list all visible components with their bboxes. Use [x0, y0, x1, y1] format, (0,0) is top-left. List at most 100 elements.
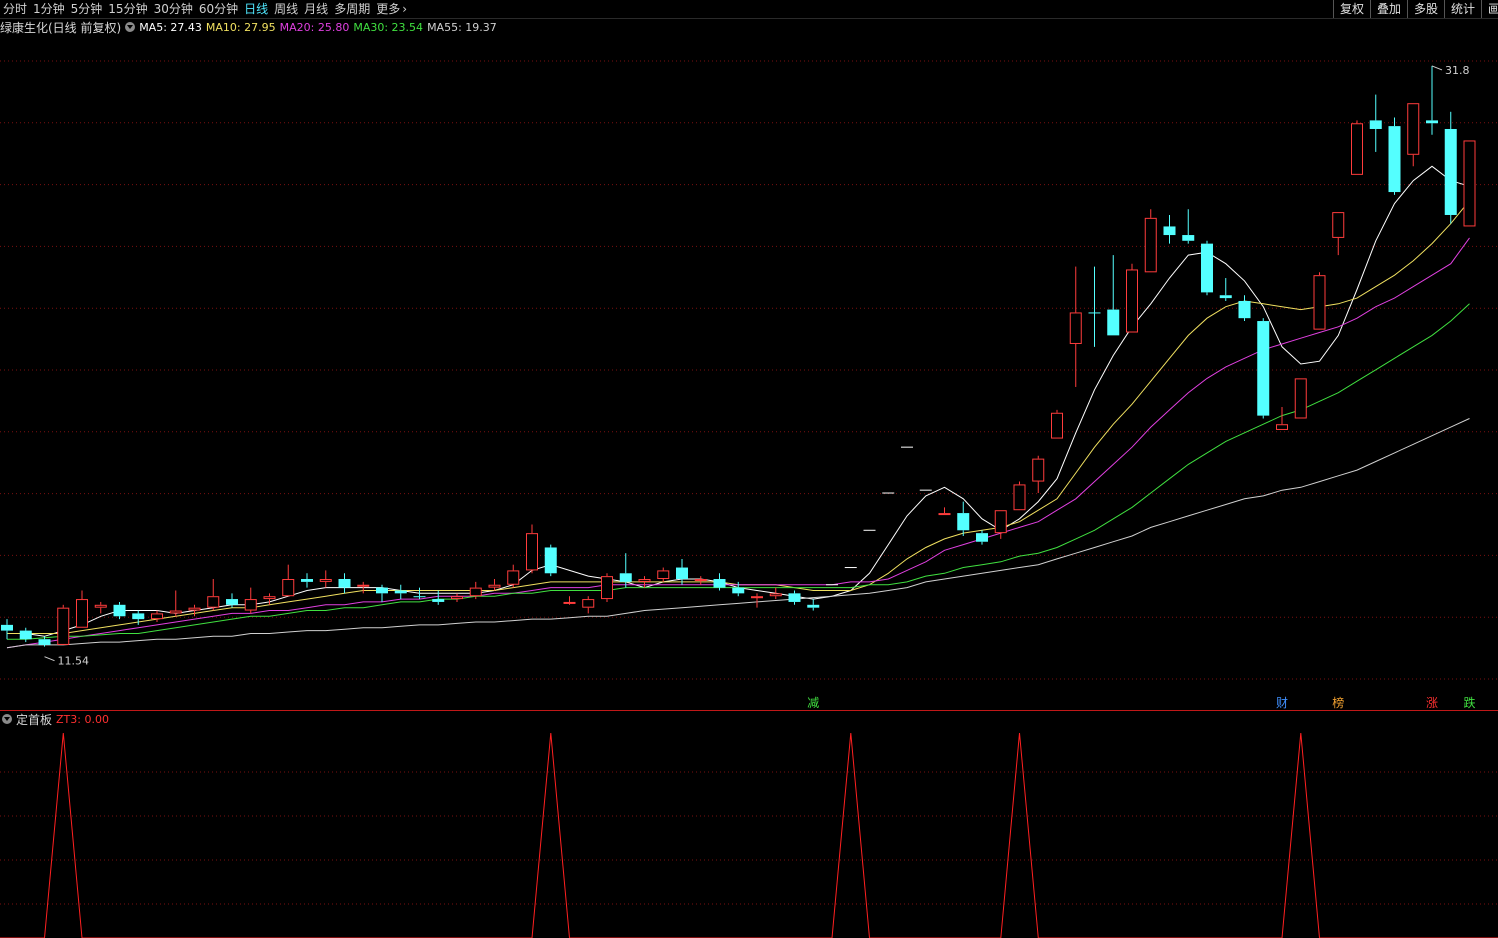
ma10-line: [7, 200, 1470, 634]
candle: [1276, 407, 1288, 430]
candle-body: [1051, 412, 1063, 439]
main-chart-header: 绿康生化(日线 前复权) MA5: 27.43 MA10: 27.95 MA20…: [0, 19, 501, 35]
candle-body: [1313, 275, 1326, 330]
candle-body: [188, 607, 201, 611]
tab-monthly[interactable]: 月线: [301, 0, 331, 18]
candle-body: [301, 579, 313, 582]
tab-15min[interactable]: 15分钟: [105, 0, 150, 18]
candle-body: [19, 630, 32, 640]
candle: [1294, 378, 1307, 419]
tab-weekly[interactable]: 周线: [271, 0, 301, 18]
candle-body: [1144, 217, 1157, 273]
candle: [301, 573, 313, 588]
candle: [76, 590, 88, 628]
candle: [94, 601, 107, 614]
candle: [394, 584, 407, 600]
candle-body: [432, 599, 445, 602]
candle: [151, 610, 163, 623]
candle-body: [1369, 120, 1382, 129]
candle: [19, 627, 32, 643]
low-price-label: 11.54: [58, 655, 90, 668]
candle-body: [244, 599, 257, 611]
tab-multi-period[interactable]: 多周期: [331, 0, 373, 18]
candle-body: [469, 587, 482, 597]
candle: [1238, 295, 1251, 322]
tab-time-sharing[interactable]: 分时: [0, 0, 30, 18]
indicator-dropdown-icon[interactable]: [2, 714, 12, 724]
candle: [1332, 212, 1345, 256]
event-marker-4[interactable]: 跌: [1463, 695, 1475, 710]
candle-body: [957, 513, 970, 531]
candle-body: [282, 579, 295, 597]
candle-body: [507, 570, 520, 585]
tab-daily[interactable]: 日线: [241, 0, 271, 18]
candle-body: [1238, 300, 1251, 319]
candle-body: [76, 599, 88, 628]
candle: [1219, 278, 1232, 301]
candle: [694, 576, 707, 585]
candle-body: [57, 607, 70, 645]
ma10-label: MA10: 27.95: [205, 20, 276, 34]
candle: [1182, 209, 1195, 244]
tab-more[interactable]: 更多 ›: [373, 0, 410, 18]
candle: [544, 544, 557, 577]
event-marker-2[interactable]: 榜: [1332, 695, 1344, 710]
candle: [1463, 140, 1476, 227]
candle-body: [263, 596, 276, 600]
event-marker-3[interactable]: 涨: [1426, 695, 1438, 710]
candle: [788, 590, 801, 605]
candle-body: [169, 610, 182, 614]
high-price-label: 31.8: [1445, 64, 1470, 77]
candle: [1088, 266, 1101, 347]
grid-lines: [0, 60, 1498, 680]
draw-line-button[interactable]: 画线: [1481, 0, 1498, 18]
candle-body: [732, 587, 745, 594]
restore-rights-button[interactable]: 复权: [1332, 0, 1370, 18]
candle-body: [807, 604, 820, 608]
candle-body: [1257, 321, 1270, 416]
candle-body: [132, 613, 145, 620]
event-marker-1[interactable]: 财: [1276, 696, 1288, 710]
candle-body: [938, 513, 951, 516]
candle-body: [94, 604, 107, 608]
dropdown-icon[interactable]: [125, 22, 136, 32]
candle: [263, 593, 276, 605]
event-marker-0[interactable]: 减: [807, 696, 819, 710]
tab-30min[interactable]: 30分钟: [151, 0, 196, 18]
candlestick-chart[interactable]: 31.8 11.54 减 财 榜 涨 跌: [0, 35, 1498, 710]
candle-body: [582, 599, 595, 608]
candle: [1163, 214, 1176, 244]
candle: [807, 599, 820, 611]
candle: [169, 590, 182, 617]
candle-body: [357, 584, 370, 587]
multi-stock-button[interactable]: 多股: [1406, 0, 1444, 18]
indicator-chart[interactable]: [0, 727, 1498, 938]
candle: [1313, 272, 1326, 330]
candle-body: [1201, 243, 1213, 293]
statistics-button[interactable]: 统计: [1443, 0, 1481, 18]
candle: [1, 619, 13, 640]
toolbar-actions: 复权 叠加 多股 统计 画线: [1332, 0, 1498, 18]
candle: [976, 530, 988, 545]
candle: [113, 601, 126, 620]
panel-divider[interactable]: [0, 710, 1498, 711]
period-tabs: 分时 1分钟 5分钟 15分钟 30分钟 60分钟 日线 周线 月线 多周期 更…: [0, 0, 410, 18]
candle-body: [319, 579, 332, 582]
candle: [938, 507, 951, 516]
tab-60min[interactable]: 60分钟: [196, 0, 241, 18]
tab-1min[interactable]: 1分钟: [30, 0, 68, 18]
tab-5min[interactable]: 5分钟: [68, 0, 106, 18]
candle-body: [1163, 226, 1176, 236]
chevron-right-icon: ›: [402, 2, 408, 16]
indicator-header: 定首板 ZT3: 0.00: [0, 711, 113, 727]
candle: [1257, 318, 1270, 419]
overlay-button[interactable]: 叠加: [1369, 0, 1407, 18]
candle-body: [1182, 235, 1195, 241]
candle-body: [694, 579, 707, 582]
indicator-name[interactable]: 定首板: [16, 711, 52, 728]
high-pointer: [1431, 65, 1443, 71]
candle: [1032, 455, 1045, 494]
candle-body: [1032, 458, 1045, 482]
ma5-label: MA5: 27.43: [139, 20, 202, 34]
candle: [1351, 120, 1363, 175]
